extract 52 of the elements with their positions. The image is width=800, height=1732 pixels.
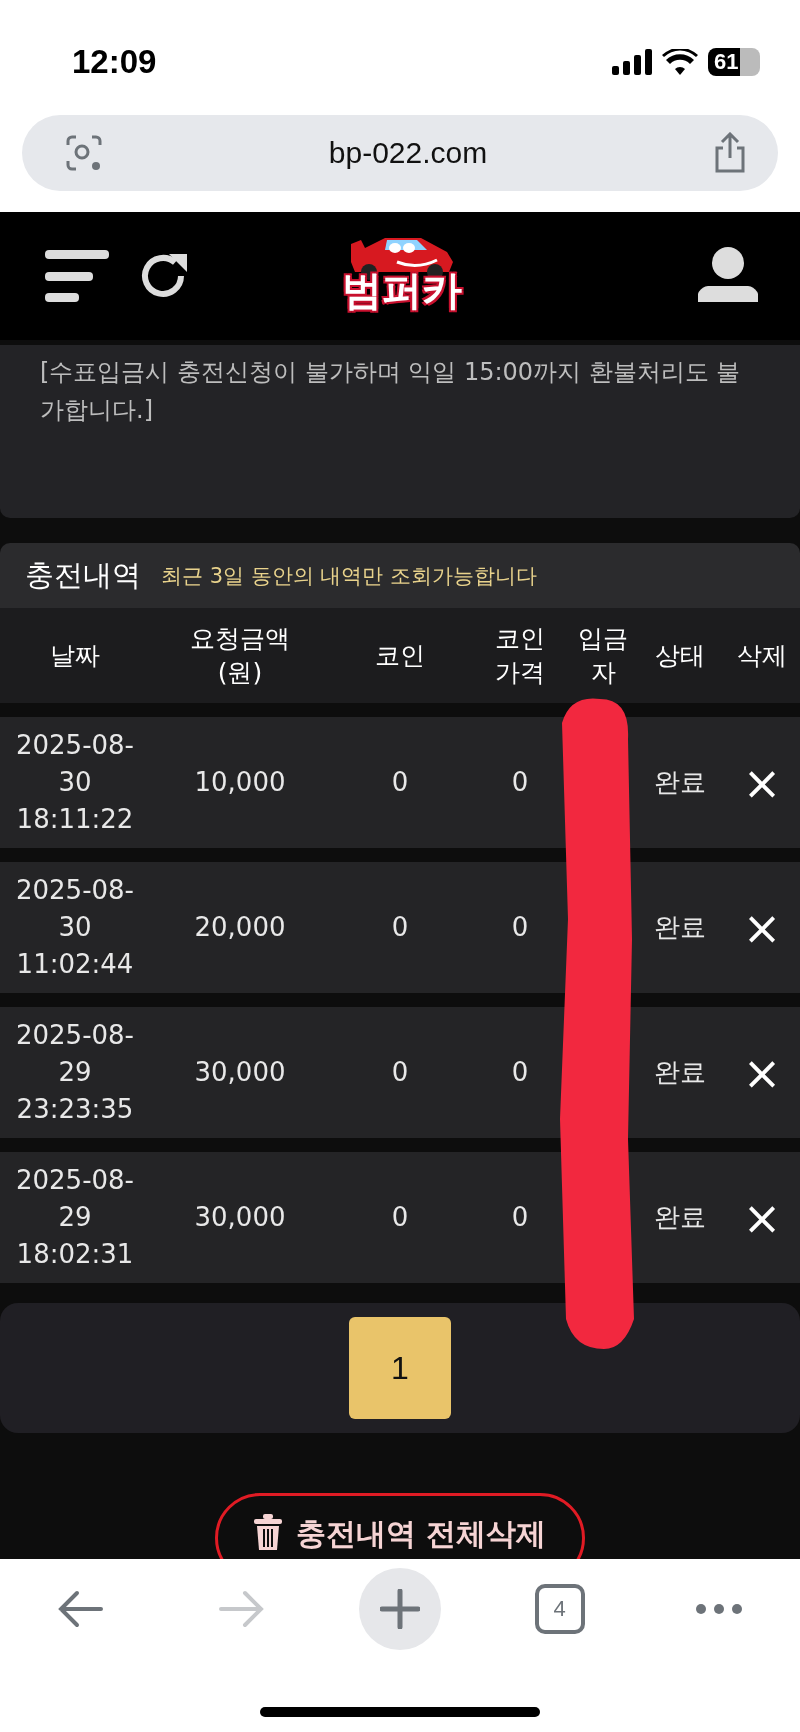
coin-price-cell-text: 0	[511, 766, 529, 799]
column-header: 코인	[374, 639, 426, 672]
coin-price-cell-text: 0	[511, 1201, 529, 1234]
column-header: 입금 자	[577, 622, 629, 689]
logo[interactable]: 범퍼카	[341, 234, 462, 310]
status-cell-text: 완료	[654, 911, 706, 944]
column-header: 상태	[654, 639, 706, 672]
battery-level: 61	[708, 47, 760, 76]
delete-button[interactable]: ×	[742, 904, 782, 951]
delete-button[interactable]: ×	[742, 759, 782, 806]
amount-cell-text: 30,000	[194, 1056, 286, 1089]
back-arrow-icon	[57, 1589, 105, 1629]
trash-icon	[253, 1514, 282, 1550]
address-bar[interactable]: bp-022.com	[22, 115, 778, 191]
date-cell-text: 2025-08- 30 11:02:44	[16, 874, 134, 981]
section-subtitle: 최근 3일 동안의 내역만 조회가능합니다	[161, 562, 538, 590]
amount-cell-text: 20,000	[194, 911, 286, 944]
coin-cell-text: 0	[391, 1056, 409, 1089]
status-cell-text: 완료	[654, 1056, 706, 1089]
coin-cell-text: 0	[391, 911, 409, 944]
amount-cell-text: 10,000	[194, 766, 286, 799]
page-button[interactable]: 1	[349, 1317, 451, 1419]
logo-text: 범퍼카	[341, 270, 462, 310]
column-header: 요청금액 (원)	[189, 622, 291, 689]
more-icon	[696, 1603, 742, 1615]
coin-cell-text: 0	[391, 766, 409, 799]
tab-count: 4	[534, 1584, 585, 1634]
status-cell-text: 완료	[654, 766, 706, 799]
signal-icon	[612, 48, 652, 75]
status-cell-text: 완료	[654, 1201, 706, 1234]
wifi-icon	[662, 48, 698, 75]
tabs-button[interactable]: 4	[518, 1568, 601, 1650]
date-cell-text: 2025-08- 30 18:11:22	[16, 729, 134, 836]
url-text: bp-022.com	[328, 136, 488, 170]
coin-cell-text: 0	[391, 1201, 409, 1234]
date-cell-text: 2025-08- 29 18:02:31	[16, 1164, 134, 1271]
forward-arrow-icon	[216, 1589, 265, 1629]
plus-icon	[380, 1589, 420, 1629]
amount-cell-text: 30,000	[194, 1201, 286, 1234]
status-time: 12:09	[72, 42, 157, 81]
date-cell-text: 2025-08- 29 23:23:35	[16, 1019, 134, 1126]
notice-text: [수표입금시 충전신청이 불가하며 익일 15:00까지 환불처리도 불가합니다.]	[40, 357, 742, 426]
column-header: 코인 가격	[494, 622, 546, 689]
coin-price-cell-text: 0	[511, 1056, 529, 1089]
column-header: 날짜	[49, 639, 101, 672]
delete-button[interactable]: ×	[742, 1049, 782, 1096]
coin-price-cell-text: 0	[511, 911, 529, 944]
section-title: 충전내역	[25, 556, 141, 594]
menu-icon[interactable]	[45, 248, 109, 304]
camera-search-icon	[64, 133, 104, 173]
column-header: 삭제	[736, 639, 788, 672]
delete-button[interactable]: ×	[742, 1194, 782, 1241]
